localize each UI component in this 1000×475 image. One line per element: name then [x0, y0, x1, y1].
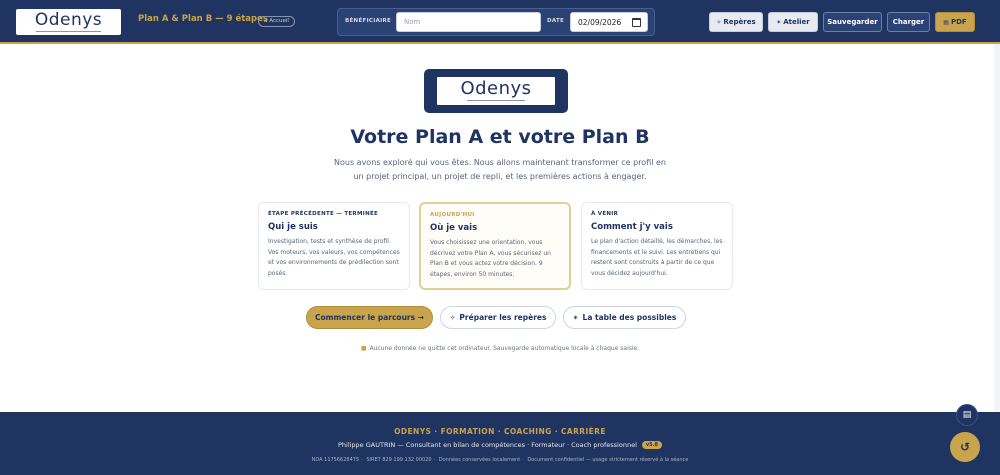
card-text: Le plan d'action détaillé, les démarches… — [591, 238, 723, 277]
calendar-icon[interactable] — [632, 18, 641, 27]
lock-icon: ■ — [360, 345, 367, 352]
footer-author: Philippe GAUTRIN — Consultant en bilan d… — [0, 441, 1000, 449]
footer: ODENYS · FORMATION · COACHING · CARRIÈRE… — [0, 412, 1000, 475]
card-step-label: AUJOURD'HUI — [430, 212, 475, 218]
beneficiary-field-group: BÉNÉFICIAIRE DATE 02/09/2026 — [337, 8, 655, 36]
step-card-today: AUJOURD'HUI Où je vais Vous choisissez u… — [419, 202, 571, 290]
card-step-label: ÉTAPE PRÉCÉDENTE — TERMINÉE — [268, 211, 379, 217]
header-logo[interactable]: Odenys — [16, 9, 121, 35]
footer-siret: SIRET 829 199 132 00020 — [366, 457, 432, 463]
name-input[interactable] — [396, 12, 541, 32]
privacy-notice: ■ Aucune donnée ne quitte cet ordinateur.… — [360, 345, 640, 352]
step-card-next: À VENIR Comment j'y vais Le plan d'actio… — [581, 202, 733, 290]
document-icon: ▤ — [943, 19, 949, 26]
sparkle-icon: ✶ — [776, 19, 782, 26]
version-badge: v5.8 — [641, 441, 663, 449]
date-label: DATE — [547, 18, 565, 24]
hero-logo: Odenys — [424, 69, 568, 113]
notes-icon[interactable]: ▤ — [956, 404, 978, 426]
step-card-previous: ÉTAPE PRÉCÉDENTE — TERMINÉE Qui je suis … — [258, 202, 410, 290]
top-bar: Odenys Plan A & Plan B — 9 étapes ⌂ Accu… — [0, 0, 1000, 44]
pdf-button[interactable]: ▤ PDF — [935, 12, 975, 32]
footer-legal: NDA 11756628475 · SIRET 829 199 132 00020… — [311, 457, 689, 463]
save-button[interactable]: Sauvegarder — [823, 12, 882, 32]
footer-brand: ODENYS · FORMATION · COACHING · CARRIÈRE — [394, 427, 606, 436]
beneficiary-label: BÉNÉFICIAIRE — [345, 18, 392, 24]
page-title: Votre Plan A et votre Plan B — [350, 126, 650, 148]
card-step-label: À VENIR — [591, 211, 619, 217]
load-button[interactable]: Charger — [887, 12, 930, 32]
table-possibles-button[interactable]: ✶ La table des possibles — [563, 306, 686, 329]
date-value: 02/09/2026 — [578, 18, 622, 27]
scrollbar[interactable] — [994, 44, 1000, 412]
date-input[interactable]: 02/09/2026 — [570, 12, 648, 32]
reset-icon[interactable]: ↺ — [950, 432, 980, 462]
intro-text: Nous avons exploré qui vous êtes. Nous a… — [334, 158, 666, 181]
card-text: Vous choisissez une orientation, vous dé… — [430, 239, 551, 278]
compass-icon: ✧ — [716, 19, 722, 26]
card-title: Où je vais — [430, 223, 478, 233]
sparkle-icon: ✶ — [572, 314, 579, 322]
atelier-button[interactable]: ✶ Atelier — [768, 12, 818, 32]
start-journey-button[interactable]: Commencer le parcours → — [306, 306, 433, 329]
card-title: Qui je suis — [268, 222, 318, 232]
card-text: Investigation, tests et synthèse de prof… — [268, 238, 400, 277]
card-title: Comment j'y vais — [591, 222, 673, 232]
reperes-button[interactable]: ✧ Repères — [709, 12, 763, 32]
prepare-reperes-button[interactable]: ✧ Préparer les repères — [440, 306, 556, 329]
footer-confidential: Document confidentiel — usage strictemen… — [527, 457, 689, 463]
home-link[interactable]: ⌂ Accueil — [258, 16, 295, 27]
compass-icon: ✧ — [449, 314, 456, 322]
footer-nda: NDA 11756628475 — [311, 457, 360, 463]
plan-title: Plan A & Plan B — 9 étapes — [138, 14, 268, 24]
footer-data: Données conservées localement — [438, 457, 521, 463]
